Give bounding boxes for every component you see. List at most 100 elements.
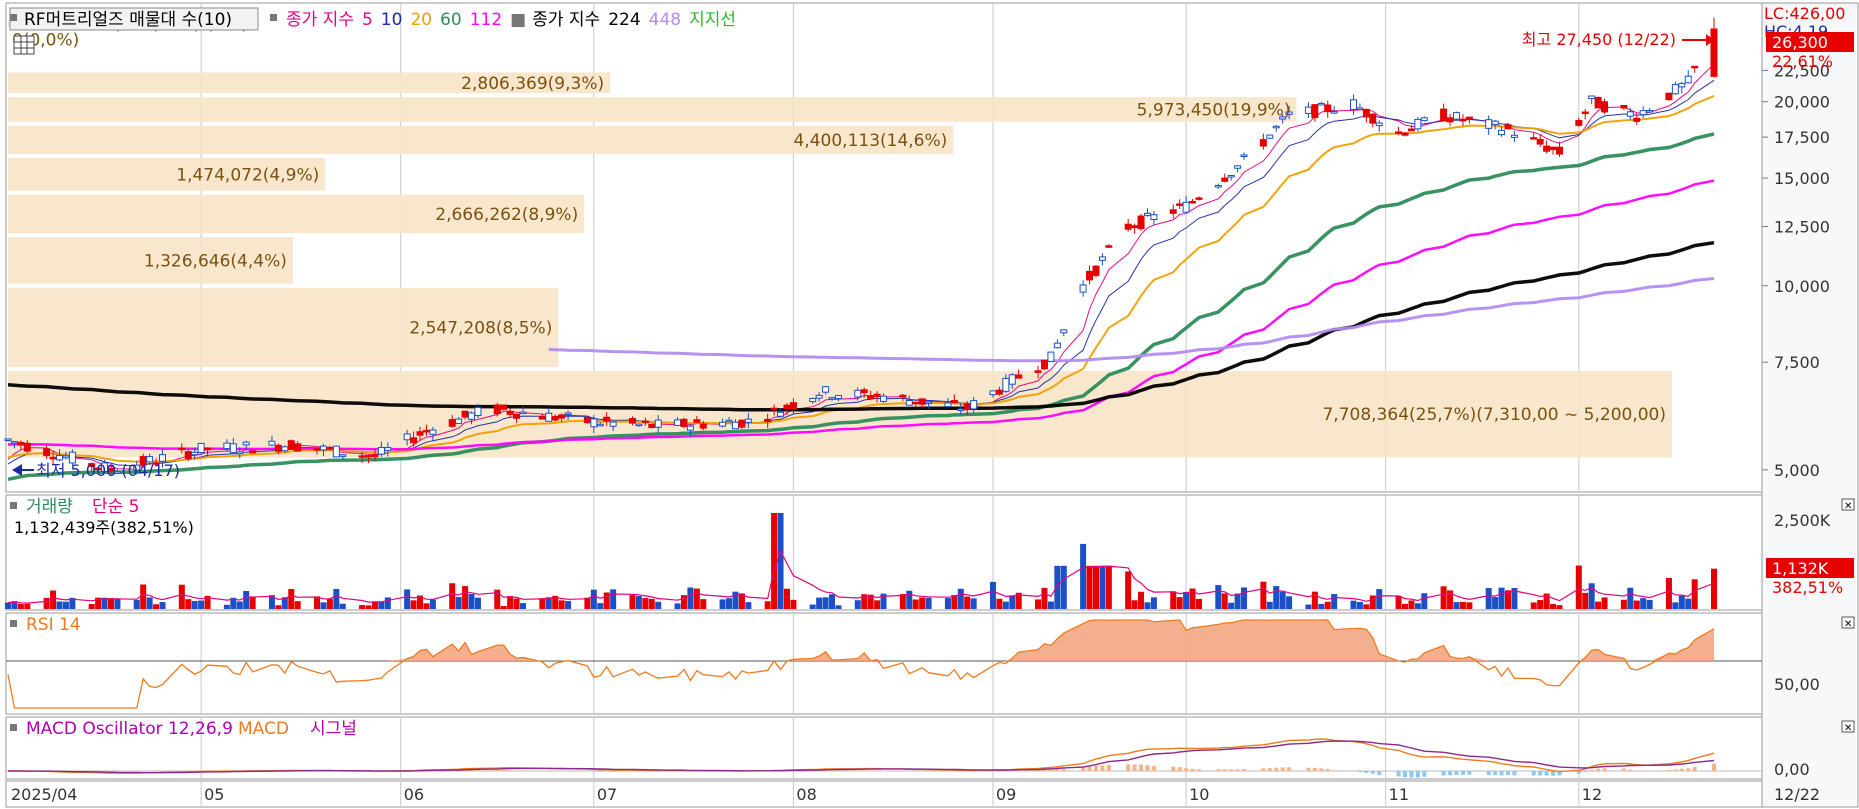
macd-bar bbox=[1402, 771, 1407, 778]
table-icon[interactable] bbox=[13, 35, 35, 55]
volume-bar bbox=[404, 589, 411, 609]
macd-bar bbox=[1422, 771, 1427, 777]
volume-bar bbox=[326, 598, 333, 609]
macd-bar bbox=[154, 770, 159, 772]
close-icon[interactable]: ✕ bbox=[1841, 720, 1855, 734]
rsi-title: RSI 14 bbox=[26, 615, 81, 635]
candle-body bbox=[358, 455, 366, 458]
candle-body bbox=[1581, 111, 1589, 115]
candle-body bbox=[4, 438, 12, 441]
candle-body bbox=[783, 404, 791, 410]
volume-bar bbox=[339, 603, 346, 609]
legend-entry: 448 bbox=[649, 10, 681, 30]
candle-body bbox=[1002, 377, 1010, 392]
close-icon[interactable]: ✕ bbox=[1841, 498, 1855, 512]
macd-bar bbox=[952, 771, 957, 772]
volume-bar bbox=[693, 588, 700, 609]
macd-bar bbox=[475, 770, 480, 771]
volume-bar bbox=[17, 604, 24, 609]
macd-bar bbox=[630, 771, 635, 772]
volume-bar bbox=[1550, 604, 1557, 609]
macd-bar bbox=[926, 771, 931, 772]
candle-body bbox=[731, 421, 739, 430]
macd-bar bbox=[1377, 771, 1382, 776]
legend-entry: 224 bbox=[608, 10, 640, 30]
candle-body bbox=[268, 440, 276, 446]
volume-bar bbox=[159, 602, 166, 609]
candle-body bbox=[880, 395, 888, 402]
volume-bar bbox=[1665, 577, 1672, 609]
volume-bar bbox=[429, 599, 436, 609]
candle-body bbox=[538, 416, 546, 420]
stock-chart[interactable]: 1,132,439(3,8%)0(0,0%)2,806,369(9,3%)5,9… bbox=[0, 0, 1859, 809]
volume-bar bbox=[944, 598, 951, 609]
candle-body bbox=[1691, 65, 1699, 69]
svg-text:✕: ✕ bbox=[1844, 723, 1852, 734]
profile-label: 2,547,208(8,5%) bbox=[409, 318, 552, 338]
volume-bar bbox=[674, 603, 681, 609]
candle-body bbox=[429, 429, 437, 435]
volume-ma-label: 단순 5 bbox=[92, 497, 140, 517]
volume-bar bbox=[996, 598, 1003, 609]
candle-body bbox=[590, 418, 598, 428]
close-icon[interactable]: ✕ bbox=[1841, 616, 1855, 630]
candle-body bbox=[1195, 197, 1203, 200]
volume-bar bbox=[597, 603, 604, 609]
candle-body bbox=[204, 447, 212, 451]
volume-bar bbox=[1408, 600, 1415, 609]
volume-bar bbox=[764, 601, 771, 609]
volume-bar bbox=[648, 598, 655, 609]
candle-body bbox=[1221, 177, 1229, 182]
candle-body bbox=[43, 448, 51, 457]
candle-body bbox=[1176, 203, 1184, 206]
legend-square-icon bbox=[10, 502, 17, 509]
candle-body bbox=[1620, 104, 1628, 109]
candle-body bbox=[519, 411, 527, 415]
volume-bar bbox=[816, 597, 823, 609]
candle-body bbox=[416, 431, 424, 436]
macd-bar bbox=[1126, 764, 1131, 771]
macd-bar bbox=[1267, 768, 1272, 771]
volume-bar bbox=[1125, 571, 1132, 609]
candle-body bbox=[744, 418, 752, 423]
macd-bar bbox=[160, 770, 165, 772]
candle-body bbox=[1555, 146, 1563, 155]
candle-body bbox=[551, 416, 559, 421]
candle-body bbox=[1362, 108, 1370, 118]
candle-body bbox=[384, 447, 392, 451]
volume-bar bbox=[513, 598, 520, 609]
volume-bar bbox=[1595, 601, 1602, 609]
macd-bar bbox=[1641, 770, 1646, 772]
candle-body bbox=[1150, 214, 1158, 220]
candle-body bbox=[1536, 138, 1544, 145]
candle-body bbox=[448, 419, 456, 427]
macd-bar bbox=[636, 771, 641, 772]
macd-bar bbox=[1628, 769, 1633, 771]
y-tick-label: 10,000 bbox=[1774, 277, 1830, 296]
candle-body bbox=[455, 418, 463, 424]
legend-square-icon bbox=[270, 14, 277, 21]
y-tick-label: 20,000 bbox=[1774, 93, 1830, 112]
volume-bar bbox=[359, 605, 366, 609]
macd-bar bbox=[1061, 768, 1066, 771]
macd-bar bbox=[1055, 769, 1060, 771]
macd-bar bbox=[1306, 767, 1311, 771]
volume-bar bbox=[1144, 602, 1151, 609]
volume-bar bbox=[1588, 583, 1595, 609]
volume-bar bbox=[320, 602, 327, 609]
macd-bar bbox=[186, 770, 191, 771]
candle-body bbox=[377, 446, 385, 455]
volume-bar bbox=[655, 601, 662, 609]
volume-bar bbox=[1376, 589, 1383, 609]
candle-body bbox=[1671, 84, 1679, 95]
volume-bar bbox=[1228, 602, 1235, 609]
volume-bar bbox=[1131, 600, 1138, 609]
volume-bar bbox=[726, 598, 733, 609]
macd-bar bbox=[1621, 768, 1626, 771]
volume-bar bbox=[1105, 565, 1112, 609]
volume-bar bbox=[687, 587, 694, 609]
candle-body bbox=[905, 400, 913, 406]
macd-bar bbox=[495, 770, 500, 771]
candle-body bbox=[1395, 131, 1403, 134]
x-axis-label: 05 bbox=[204, 785, 224, 804]
